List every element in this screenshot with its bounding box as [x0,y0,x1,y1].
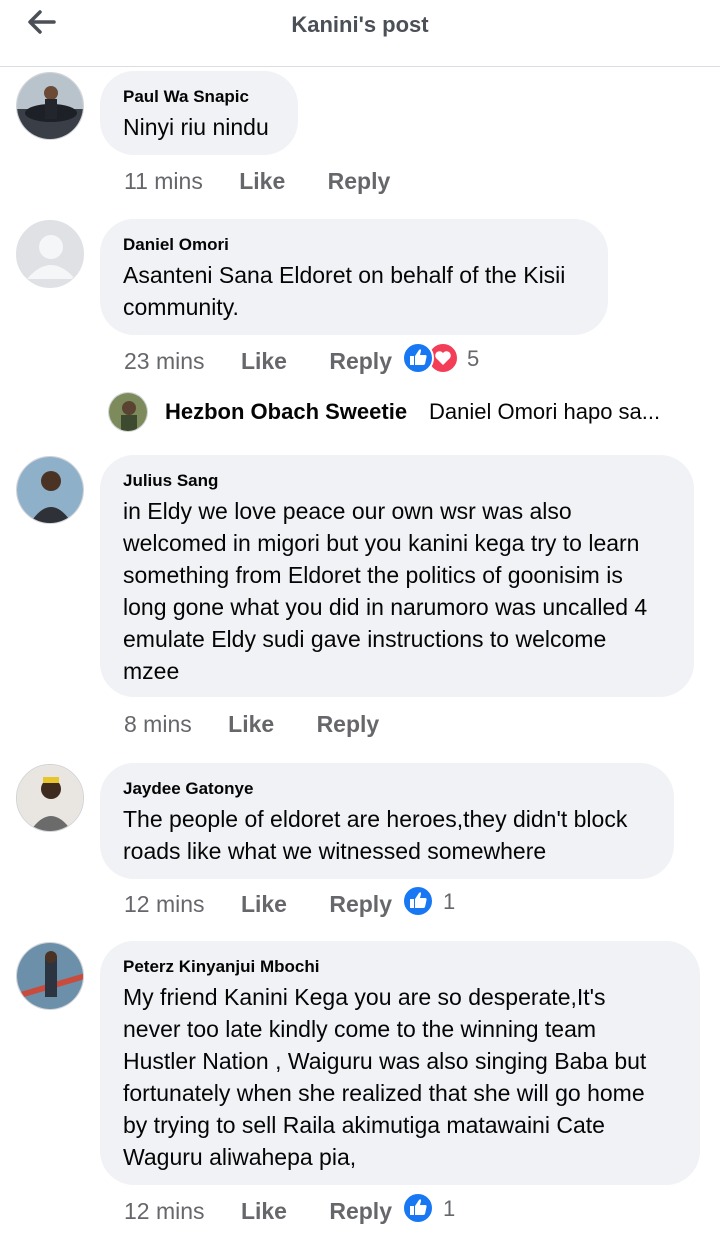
top-bar: Kanini's post [0,0,720,67]
reply-button[interactable]: Reply [328,168,391,194]
comment-text-line: community. [123,294,239,320]
avatar[interactable] [16,942,84,1010]
reply-button[interactable]: Reply [329,1198,392,1224]
comment-timestamp[interactable]: 8 mins [124,711,192,737]
comment-text-line: by trying to sell Raila akimutiga matawa… [123,1112,605,1138]
avatar[interactable] [16,456,84,524]
comment-text-line: mzee [123,658,180,684]
comment-actions: 12 mins Like Reply [124,891,392,918]
comment-text-line: Asanteni Sana Eldoret on behalf of the K… [123,262,566,288]
comment-timestamp[interactable]: 12 mins [124,1198,205,1224]
comment-text-line: long gone what you did in narumoro was u… [123,594,648,620]
reply-button[interactable]: Reply [317,711,380,737]
comment-actions: 11 mins Like Reply [124,168,390,195]
avatar[interactable] [16,72,84,140]
comment-timestamp[interactable]: 23 mins [124,348,205,374]
comment-text-line: something from Eldoret the politics of g… [123,562,623,588]
comment-author[interactable]: Paul Wa Snapic [123,87,276,107]
comment-author[interactable]: Julius Sang [123,471,672,491]
reaction-count: 1 [443,1196,456,1221]
comment-text-line: The people of eldoret are heroes,they di… [123,806,628,832]
reply-author[interactable]: Hezbon Obach Sweetie [165,399,407,425]
like-button[interactable]: Like [239,168,285,194]
reactions-summary[interactable]: 5 [401,342,491,374]
avatar[interactable] [108,392,148,432]
comment-author[interactable]: Jaydee Gatonye [123,779,652,799]
comment-bubble: Jaydee Gatonye The people of eldoret are… [100,763,674,879]
comment-text-line: roads like what we witnessed somewhere [123,838,547,864]
reaction-count: 5 [467,346,480,371]
comment-text-line: My friend Kanini Kega you are so despera… [123,984,606,1010]
comment-text-line: welcomed in migori but you kanini kega t… [123,530,640,556]
like-button[interactable]: Like [241,348,287,374]
page-title: Kanini's post [291,12,429,37]
comment-text-line: Hustler Nation , Waiguru was also singin… [123,1048,647,1074]
like-button[interactable]: Like [228,711,274,737]
avatar[interactable] [16,220,84,288]
reply-button[interactable]: Reply [329,891,392,917]
reactions-summary[interactable]: 1 [401,1192,471,1224]
reply-button[interactable]: Reply [329,348,392,374]
comment-bubble: Peterz Kinyanjui Mbochi My friend Kanini… [100,941,700,1185]
comment-bubble: Paul Wa Snapic Ninyi riu nindu [100,71,298,155]
comment-actions: 8 mins Like Reply [124,711,379,738]
comment-text-line: fortunately when she realized that she w… [123,1080,645,1106]
comment-text-line: never too late kindly come to the winnin… [123,1016,597,1042]
comment-text-line: in Eldy we love peace our own wsr was al… [123,498,572,524]
like-icon [402,342,434,374]
comment-bubble: Julius Sang in Eldy we love peace our ow… [100,455,694,697]
comment-text-line: Waguru aliwahepa pia, [123,1144,357,1170]
like-icon [402,885,434,917]
comment-timestamp[interactable]: 11 mins [124,168,203,194]
like-icon [402,1192,434,1224]
comment-bubble: Daniel Omori Asanteni Sana Eldoret on be… [100,219,608,335]
default-avatar-icon [27,235,75,279]
reply-text: Daniel Omori hapo sa... [429,399,661,424]
reactions-summary[interactable]: 1 [401,885,471,917]
avatar[interactable] [16,764,84,832]
reply-preview[interactable]: Hezbon Obach Sweetie Daniel Omori hapo s… [108,392,708,436]
like-button[interactable]: Like [241,891,287,917]
comment-text-line: emulate Eldy sudi gave instructions to w… [123,626,607,652]
comment-actions: 12 mins Like Reply [124,1198,392,1225]
like-button[interactable]: Like [241,1198,287,1224]
comment-text: Ninyi riu nindu [123,114,269,140]
comment-actions: 23 mins Like Reply [124,348,392,375]
reaction-count: 1 [443,889,456,914]
comment-author[interactable]: Daniel Omori [123,235,586,255]
comment-author[interactable]: Peterz Kinyanjui Mbochi [123,957,678,977]
comment-timestamp[interactable]: 12 mins [124,891,205,917]
